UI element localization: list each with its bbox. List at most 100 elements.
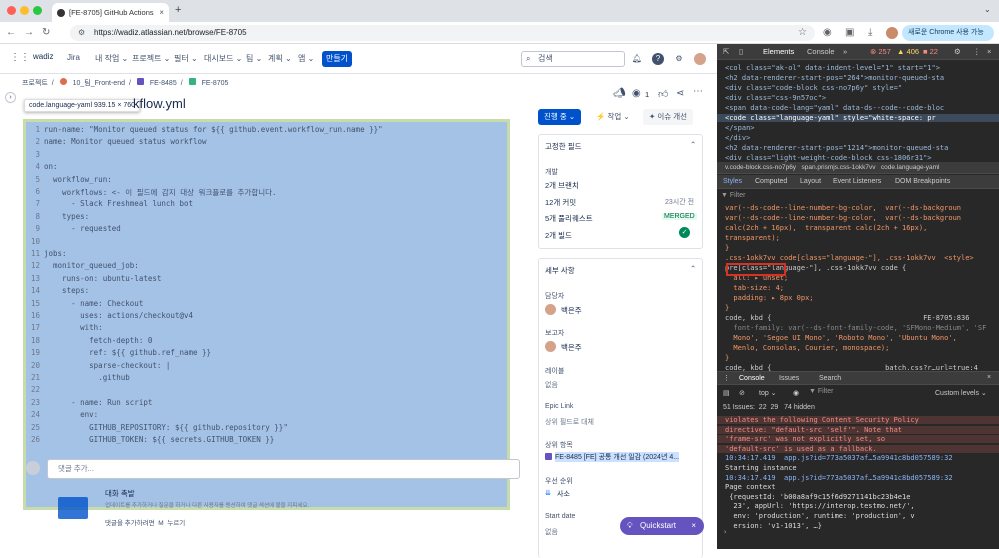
css-rule-line[interactable]: padding: ▸ 8px 0px;	[717, 294, 999, 302]
dom-node[interactable]: <div class="css-9n57oc">	[717, 94, 999, 102]
maximize-window-button[interactable]	[33, 6, 42, 15]
css-rule-line[interactable]: }	[717, 304, 999, 312]
close-drawer-icon[interactable]: ×	[987, 374, 991, 381]
breadcrumb-project[interactable]: 10_팀_Front-end	[73, 80, 125, 87]
css-rule-line[interactable]: calc(2ch + 16px), transparent calc(2ch +…	[717, 224, 999, 232]
console-line[interactable]: Starting instance	[717, 464, 999, 472]
bookmark-star-icon[interactable]: ☆	[798, 26, 807, 40]
branches-link[interactable]: 2개 브랜치	[545, 180, 579, 191]
console-line[interactable]: ersion: 'v1-1013', …}	[717, 522, 999, 530]
error-count[interactable]: ⊗ 257	[870, 47, 891, 56]
dom-node[interactable]: <col class="ak-ol" data-indent-level="1"…	[717, 64, 999, 72]
app-switcher-icon[interactable]: ⋮⋮	[10, 52, 30, 63]
css-rule-line[interactable]: Mono', 'Segoe UI Mono', 'Roboto Mono', '…	[717, 334, 999, 342]
close-devtools-icon[interactable]: ×	[987, 47, 991, 56]
user-avatar[interactable]	[694, 53, 706, 65]
search-input[interactable]: ⌕ 검색	[521, 51, 625, 67]
clear-console-icon[interactable]: ⊘	[739, 389, 745, 397]
start-date-value[interactable]: 없음	[545, 527, 558, 537]
tab-console[interactable]: Console	[807, 47, 835, 56]
css-rule-line[interactable]: transparent);	[717, 234, 999, 242]
console-line[interactable]: env: 'production', runtime: 'production'…	[717, 512, 999, 520]
product-name[interactable]: Jira	[67, 53, 80, 62]
console-line[interactable]: {requestId: 'b00a8af9c15f6d9271141bc23b4…	[717, 493, 999, 501]
nav-plans[interactable]: 계획 ⌄	[268, 53, 292, 64]
more-icon[interactable]: ⋯	[693, 86, 703, 97]
sidebar-toggle-icon[interactable]: ▤	[723, 389, 730, 397]
dom-node[interactable]: <span data-code-lang="yaml" data-ds--cod…	[717, 104, 999, 112]
browser-tab[interactable]: [FE-8705] GitHub Actions - F ×	[52, 3, 169, 22]
minimize-window-button[interactable]	[20, 6, 29, 15]
dom-node[interactable]: </div>	[717, 134, 999, 142]
nav-filters[interactable]: 필터 ⌄	[174, 53, 198, 64]
css-rule-line[interactable]: code, kbd { FE-8705:836	[717, 314, 999, 322]
console-line[interactable]: 10:34:17.419 app.js?id=773a5037af…5a9941…	[717, 454, 999, 462]
console-prompt[interactable]: ›	[723, 528, 727, 536]
console-filter-input[interactable]: ▼ Filter	[809, 388, 929, 395]
comment-input[interactable]: 댓글 추가...	[47, 459, 520, 479]
action-dropdown[interactable]: ⚡ 작업 ⌄	[590, 109, 636, 125]
console-line[interactable]: 10:34:17.419 app.js?id=773a5037af…5a9941…	[717, 474, 999, 482]
nav-my-work[interactable]: 내 작업 ⌄	[95, 53, 128, 64]
console-line[interactable]: 'default-src' is used as a fallback.	[717, 444, 999, 453]
inspect-icon[interactable]: ⇱	[723, 47, 729, 56]
tab-dom-breakpoints[interactable]: DOM Breakpoints	[895, 178, 950, 185]
kebab-icon[interactable]: ⋮	[973, 47, 981, 56]
css-rule-line[interactable]: }	[717, 244, 999, 252]
console-line[interactable]: directive: "default-src 'self'". Note th…	[717, 425, 999, 434]
tab-styles[interactable]: Styles	[723, 178, 742, 185]
wadiz-logo[interactable]: wadiz	[33, 52, 53, 61]
puzzle-icon[interactable]: ▣	[845, 26, 854, 40]
tab-elements[interactable]: Elements	[763, 47, 794, 56]
status-dropdown[interactable]: 진행 중 ⌄	[538, 109, 582, 125]
issue-title[interactable]: kflow.yml	[133, 96, 186, 111]
labels-value[interactable]: 없음	[545, 380, 558, 390]
css-rule-line[interactable]: }	[717, 354, 999, 362]
commits-link[interactable]: 12개 커밋	[545, 197, 576, 208]
console-issues-bar[interactable]: 51 Issues: 22 29 74 hidden	[723, 404, 815, 411]
chrome-update-button[interactable]: 새로운 Chrome 사용 가능	[902, 25, 994, 41]
levels-dropdown[interactable]: Custom levels ⌄	[935, 389, 987, 397]
console-line[interactable]: 'frame-src' was not explicitly set, so	[717, 435, 999, 444]
like-icon[interactable]: 👍︎	[658, 88, 668, 100]
tab-event-listeners[interactable]: Event Listeners	[833, 178, 881, 185]
tab-drawer-search[interactable]: Search	[819, 375, 841, 382]
improve-issue-button[interactable]: ✦ 이슈 개선	[643, 109, 694, 125]
megaphone-icon[interactable]: 📣︎	[613, 88, 626, 99]
css-rule-line[interactable]: .css-1okk7vv code[class="language-"], .c…	[717, 254, 999, 262]
nav-teams[interactable]: 팀 ⌄	[246, 53, 262, 64]
new-tab-button[interactable]: +	[175, 4, 181, 16]
parent-value[interactable]: FE-8485 [FE] 공통 개선 일감 (2024년 4...	[555, 452, 680, 462]
url-field[interactable]: ⚙ https://wadiz.atlassian.net/browse/FE-…	[70, 25, 815, 41]
extension-icon[interactable]: ◉	[823, 26, 832, 40]
settings-icon[interactable]: ⚙	[673, 53, 685, 65]
create-button[interactable]: 만들기	[322, 51, 352, 67]
breadcrumb-parent[interactable]: FE-8485	[150, 80, 177, 87]
notification-icon[interactable]: 🔔︎	[631, 53, 643, 65]
close-icon[interactable]: ×	[691, 517, 696, 535]
console-line[interactable]: Page context	[717, 483, 999, 491]
reload-icon[interactable]: ↻	[42, 26, 50, 40]
forward-icon[interactable]: →	[24, 26, 34, 40]
drawer-menu-icon[interactable]: ⋮	[723, 374, 730, 382]
dom-node[interactable]: <code class="language-yaml" style="white…	[717, 114, 999, 122]
pull-requests-link[interactable]: 5개 풀리퀘스트	[545, 213, 593, 224]
device-icon[interactable]: ▯	[739, 47, 743, 56]
quickstart-button[interactable]: 💡︎ Quickstart ×	[620, 517, 704, 535]
sidebar-expand-button[interactable]: ›	[5, 92, 16, 103]
profile-avatar[interactable]	[886, 27, 898, 39]
priority-value[interactable]: 사소	[557, 489, 570, 499]
nav-projects[interactable]: 프로젝트 ⌄	[132, 53, 170, 64]
console-line[interactable]: 23', appUrl: 'https://interop.testmo.net…	[717, 502, 999, 510]
dom-node[interactable]: <div class="code-block css-no7p6y" style…	[717, 84, 999, 92]
builds-link[interactable]: 2개 빌드	[545, 230, 572, 241]
css-rule-line[interactable]: var(--ds-code--line-number-bg-color, var…	[717, 214, 999, 222]
css-rule-line[interactable]: Menlo, Consolas, Courier, monospace);	[717, 344, 999, 352]
share-icon[interactable]: ⋖	[676, 88, 684, 99]
tab-drawer-issues[interactable]: Issues	[779, 375, 799, 382]
site-info-icon[interactable]: ⚙	[78, 25, 85, 41]
assignee-value[interactable]: 백은주	[561, 305, 582, 316]
nav-dashboards[interactable]: 대시보드 ⌄	[204, 53, 242, 64]
collapse-icon[interactable]: ⌃	[690, 140, 696, 149]
dom-node[interactable]: <h2 data-renderer-start-pos="1214">monit…	[717, 144, 999, 152]
